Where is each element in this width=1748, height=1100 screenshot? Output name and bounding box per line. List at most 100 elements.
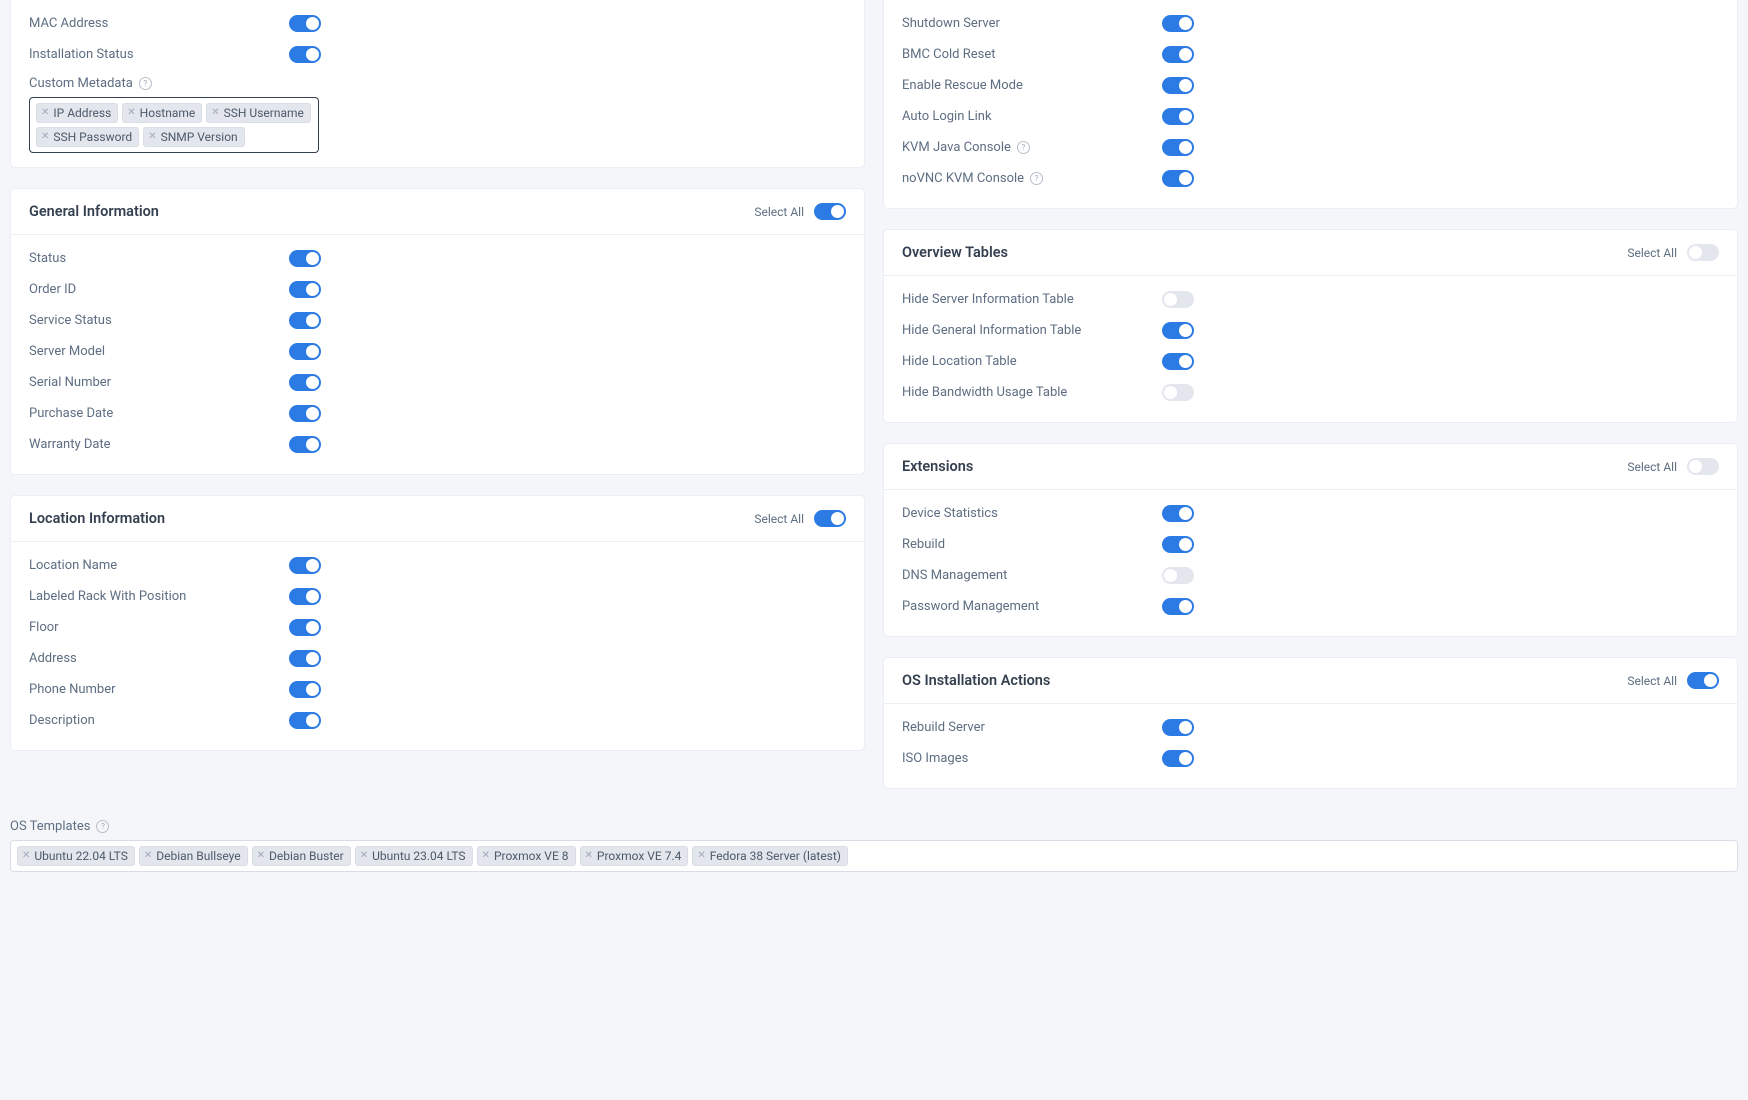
setting-label: Password Management bbox=[902, 599, 1162, 614]
setting-row-order-id: Order ID bbox=[29, 274, 846, 305]
setting-row-device-statistics: Device Statistics bbox=[902, 498, 1719, 529]
toggle-warranty-date[interactable] bbox=[289, 436, 321, 453]
tag-proxmox-ve-8[interactable]: ✕Proxmox VE 8 bbox=[477, 846, 576, 866]
help-icon[interactable]: ? bbox=[1017, 141, 1030, 154]
toggle-bmc-cold-reset[interactable] bbox=[1162, 46, 1194, 63]
toggle-server-model[interactable] bbox=[289, 343, 321, 360]
extensions-card: Extensions Select All Device StatisticsR… bbox=[883, 443, 1738, 637]
help-icon[interactable]: ? bbox=[139, 77, 152, 90]
toggle-service-status[interactable] bbox=[289, 312, 321, 329]
select-all-label: Select All bbox=[1627, 460, 1677, 474]
toggle-iso-images[interactable] bbox=[1162, 750, 1194, 767]
remove-tag-icon[interactable]: ✕ bbox=[41, 132, 49, 142]
setting-label: Shutdown Server bbox=[902, 16, 1162, 31]
toggle-novnc-kvm-console[interactable] bbox=[1162, 170, 1194, 187]
setting-row-novnc-kvm-console: noVNC KVM Console? bbox=[902, 163, 1719, 194]
toggle-mac-address[interactable] bbox=[289, 15, 321, 32]
tag-debian-buster[interactable]: ✕Debian Buster bbox=[252, 846, 351, 866]
select-all-toggle[interactable] bbox=[1687, 672, 1719, 689]
setting-row-floor: Floor bbox=[29, 612, 846, 643]
setting-label: BMC Cold Reset bbox=[902, 47, 1162, 62]
select-all-toggle[interactable] bbox=[814, 510, 846, 527]
tag-ssh-username[interactable]: ✕SSH Username bbox=[206, 103, 311, 123]
remove-tag-icon[interactable]: ✕ bbox=[148, 132, 156, 142]
toggle-password-management[interactable] bbox=[1162, 598, 1194, 615]
toggle-order-id[interactable] bbox=[289, 281, 321, 298]
toggle-serial-number[interactable] bbox=[289, 374, 321, 391]
remove-tag-icon[interactable]: ✕ bbox=[697, 851, 705, 861]
card-title: Overview Tables bbox=[902, 244, 1008, 261]
toggle-device-statistics[interactable] bbox=[1162, 505, 1194, 522]
setting-row-enable-rescue-mode: Enable Rescue Mode bbox=[902, 70, 1719, 101]
remove-tag-icon[interactable]: ✕ bbox=[257, 851, 265, 861]
setting-row-warranty-date: Warranty Date bbox=[29, 429, 846, 460]
tag-snmp-version[interactable]: ✕SNMP Version bbox=[143, 127, 245, 147]
location-information-card: Location Information Select All Location… bbox=[10, 495, 865, 751]
setting-row-address: Address bbox=[29, 643, 846, 674]
tag-ubuntu-23-04-lts[interactable]: ✕Ubuntu 23.04 LTS bbox=[355, 846, 473, 866]
tag-ip-address[interactable]: ✕IP Address bbox=[36, 103, 118, 123]
setting-row-hide-location-table: Hide Location Table bbox=[902, 346, 1719, 377]
toggle-description[interactable] bbox=[289, 712, 321, 729]
setting-row-purchase-date: Purchase Date bbox=[29, 398, 846, 429]
remove-tag-icon[interactable]: ✕ bbox=[585, 851, 593, 861]
toggle-rebuild[interactable] bbox=[1162, 536, 1194, 553]
remove-tag-icon[interactable]: ✕ bbox=[127, 108, 135, 118]
tag-debian-bullseye[interactable]: ✕Debian Bullseye bbox=[139, 846, 248, 866]
setting-row-location-name: Location Name bbox=[29, 550, 846, 581]
setting-row-iso-images: ISO Images bbox=[902, 743, 1719, 774]
setting-label: Rebuild bbox=[902, 537, 1162, 552]
setting-row-dns-management: DNS Management bbox=[902, 560, 1719, 591]
toggle-location-name[interactable] bbox=[289, 557, 321, 574]
toggle-shutdown-server[interactable] bbox=[1162, 15, 1194, 32]
tag-ubuntu-22-04-lts[interactable]: ✕Ubuntu 22.04 LTS bbox=[17, 846, 135, 866]
toggle-hide-general-information-table[interactable] bbox=[1162, 322, 1194, 339]
select-all-label: Select All bbox=[1627, 674, 1677, 688]
setting-label: Hide General Information Table bbox=[902, 323, 1162, 338]
toggle-address[interactable] bbox=[289, 650, 321, 667]
setting-label: ISO Images bbox=[902, 751, 1162, 766]
setting-row-rebuild-server: Rebuild Server bbox=[902, 712, 1719, 743]
setting-label: Address bbox=[29, 651, 289, 666]
overview-tables-card: Overview Tables Select All Hide Server I… bbox=[883, 229, 1738, 423]
remove-tag-icon[interactable]: ✕ bbox=[22, 851, 30, 861]
remove-tag-icon[interactable]: ✕ bbox=[360, 851, 368, 861]
custom-metadata-input[interactable]: ✕IP Address✕Hostname✕SSH Username✕SSH Pa… bbox=[29, 97, 319, 153]
toggle-hide-bandwidth-usage-table[interactable] bbox=[1162, 384, 1194, 401]
select-all-toggle[interactable] bbox=[814, 203, 846, 220]
setting-row-installation-status: Installation Status bbox=[29, 39, 846, 70]
select-all-toggle[interactable] bbox=[1687, 244, 1719, 261]
toggle-rebuild-server[interactable] bbox=[1162, 719, 1194, 736]
os-templates-input[interactable]: ✕Ubuntu 22.04 LTS✕Debian Bullseye✕Debian… bbox=[10, 840, 1738, 872]
toggle-enable-rescue-mode[interactable] bbox=[1162, 77, 1194, 94]
tag-fedora-38-server-latest[interactable]: ✕Fedora 38 Server (latest) bbox=[692, 846, 848, 866]
toggle-kvm-java-console[interactable] bbox=[1162, 139, 1194, 156]
tag-proxmox-ve-7-4[interactable]: ✕Proxmox VE 7.4 bbox=[580, 846, 689, 866]
tag-ssh-password[interactable]: ✕ SSH Password bbox=[36, 127, 139, 147]
toggle-auto-login-link[interactable] bbox=[1162, 108, 1194, 125]
toggle-dns-management[interactable] bbox=[1162, 567, 1194, 584]
card-title: Location Information bbox=[29, 510, 165, 527]
help-icon[interactable]: ? bbox=[1030, 172, 1043, 185]
toggle-hide-server-information-table[interactable] bbox=[1162, 291, 1194, 308]
setting-row-mac-address: MAC Address bbox=[29, 8, 846, 39]
toggle-purchase-date[interactable] bbox=[289, 405, 321, 422]
tag-hostname[interactable]: ✕Hostname bbox=[122, 103, 202, 123]
remove-tag-icon[interactable]: ✕ bbox=[482, 851, 490, 861]
toggle-installation-status[interactable] bbox=[289, 46, 321, 63]
remove-tag-icon[interactable]: ✕ bbox=[41, 108, 49, 118]
toggle-floor[interactable] bbox=[289, 619, 321, 636]
remove-tag-icon[interactable]: ✕ bbox=[144, 851, 152, 861]
select-all-toggle[interactable] bbox=[1687, 458, 1719, 475]
setting-label: Location Name bbox=[29, 558, 289, 573]
os-templates-section: OS Templates ? ✕Ubuntu 22.04 LTS✕Debian … bbox=[10, 819, 1738, 872]
toggle-labeled-rack-with-position[interactable] bbox=[289, 588, 321, 605]
help-icon[interactable]: ? bbox=[96, 820, 109, 833]
toggle-status[interactable] bbox=[289, 250, 321, 267]
card-title: General Information bbox=[29, 203, 159, 220]
tag-label: SSH Password bbox=[53, 130, 132, 144]
toggle-hide-location-table[interactable] bbox=[1162, 353, 1194, 370]
os-templates-label: OS Templates ? bbox=[10, 819, 1738, 834]
toggle-phone-number[interactable] bbox=[289, 681, 321, 698]
remove-tag-icon[interactable]: ✕ bbox=[211, 108, 219, 118]
